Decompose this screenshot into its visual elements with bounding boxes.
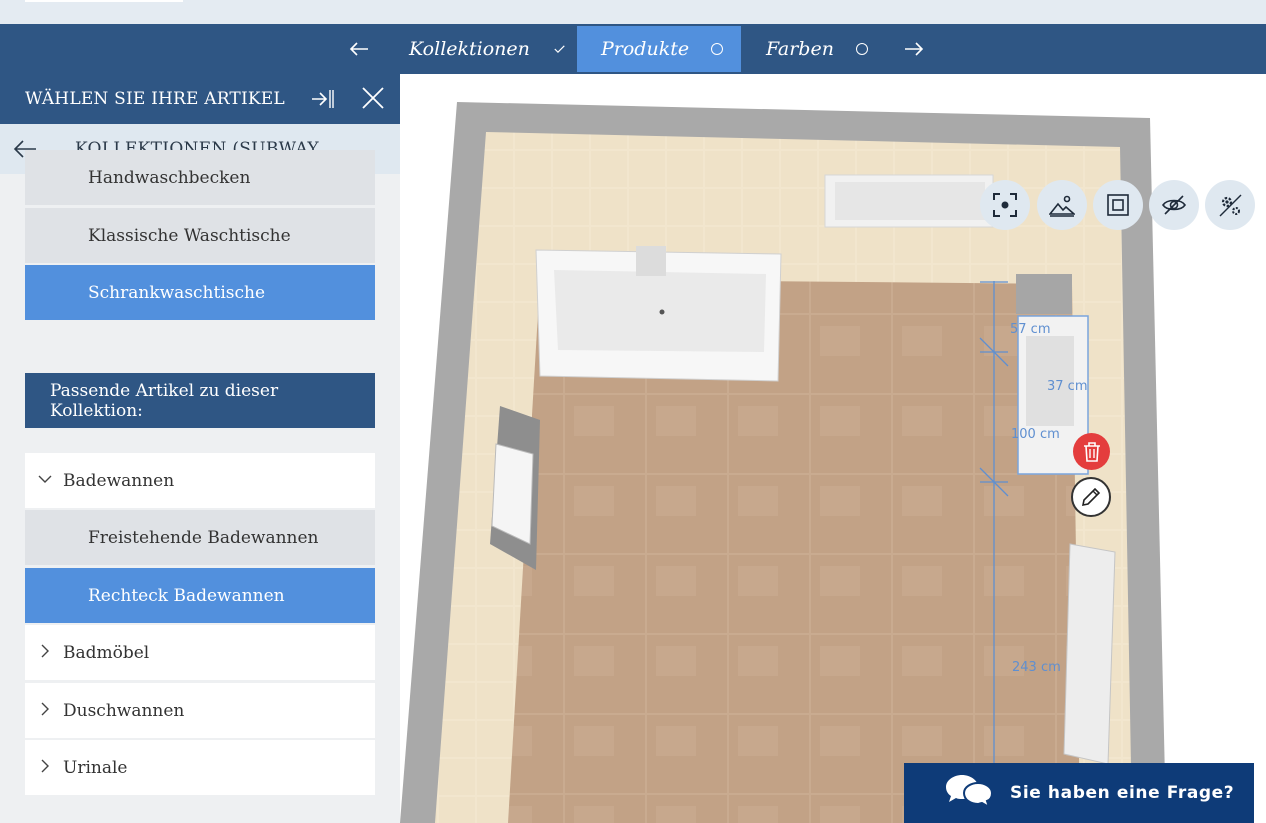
view-settings-button[interactable] xyxy=(1205,180,1255,230)
hide-objects-button[interactable] xyxy=(1149,180,1199,230)
room-viewer[interactable]: 57 cm 37 cm 100 cm 243 cm xyxy=(400,74,1266,823)
category-label: Badewannen xyxy=(63,470,175,491)
list-item-freistehende-badewannen[interactable]: Freistehende Badewannen xyxy=(25,510,375,565)
top-tab-remnant xyxy=(25,0,183,2)
category-urinale[interactable]: Urinale xyxy=(25,740,375,795)
rectangle-bathtub xyxy=(535,246,782,382)
category-label: Badmöbel xyxy=(63,642,150,663)
list-item-label: Rechteck Badewannen xyxy=(88,585,285,606)
delete-button[interactable] xyxy=(1073,433,1110,470)
list-item-schrankwaschtische[interactable]: Schrankwaschtische xyxy=(25,265,375,320)
wizard-step-farben[interactable]: Farben xyxy=(750,26,880,72)
hide-icon xyxy=(1162,195,1186,215)
wizard-step-kollektionen[interactable]: Kollektionen xyxy=(395,26,565,72)
wizard-next-button[interactable] xyxy=(897,26,931,72)
close-icon[interactable] xyxy=(360,85,386,111)
category-badewannen[interactable]: Badewannen xyxy=(25,453,375,508)
article-sidebar: WÄHLEN SIE IHRE ARTIKEL KOLLEKTIONEN (SU… xyxy=(0,74,400,823)
circle-icon xyxy=(711,43,724,55)
chevron-right-icon xyxy=(41,644,49,658)
sidebar-title: WÄHLEN SIE IHRE ARTIKEL xyxy=(25,89,285,109)
wizard-step-label: Kollektionen xyxy=(409,38,530,60)
top-strip xyxy=(0,0,1266,24)
arrow-right-icon xyxy=(905,42,924,56)
measurement-label: 100 cm xyxy=(1011,427,1060,442)
wizard-step-produkte[interactable]: Produkte xyxy=(577,26,741,72)
category-label: Duschwannen xyxy=(63,700,185,721)
wizard-prev-button[interactable] xyxy=(342,26,376,72)
list-item-klassische-waschtische[interactable]: Klassische Waschtische xyxy=(25,208,375,263)
chevron-down-icon xyxy=(38,475,52,483)
chevron-right-icon xyxy=(41,702,49,716)
chat-bubbles-icon xyxy=(946,775,994,810)
floorplan-view-button[interactable] xyxy=(1093,180,1143,230)
circle-icon xyxy=(855,43,868,55)
sidebar-header: WÄHLEN SIE IHRE ARTIKEL xyxy=(0,74,400,124)
section-title: Passende Artikel zu dieser Kollektion: xyxy=(50,380,279,421)
collapse-panel-icon[interactable] xyxy=(310,86,336,112)
measurement-label: 57 cm xyxy=(1010,322,1051,337)
settings-icon xyxy=(1219,194,1242,217)
list-item-handwaschbecken[interactable]: Handwaschbecken xyxy=(25,150,375,205)
pencil-icon xyxy=(1081,487,1101,507)
check-icon xyxy=(554,45,565,54)
chat-button[interactable]: Sie haben eine Frage? xyxy=(904,763,1254,823)
focus-view-button[interactable] xyxy=(980,180,1030,230)
category-badmoebel[interactable]: Badmöbel xyxy=(25,625,375,680)
wall-bathtub xyxy=(824,174,994,228)
list-item-rechteck-badewannen[interactable]: Rechteck Badewannen xyxy=(25,568,375,623)
arrow-left-icon xyxy=(349,42,368,56)
category-label: Urinale xyxy=(63,757,128,778)
list-item-label: Klassische Waschtische xyxy=(88,225,291,246)
focus-icon xyxy=(993,193,1017,217)
chevron-right-icon xyxy=(41,759,49,773)
wizard-bar: Kollektionen Produkte Farben xyxy=(0,24,1266,74)
wizard-step-label: Produkte xyxy=(601,38,690,60)
list-item-label: Handwaschbecken xyxy=(88,167,251,188)
list-item-label: Schrankwaschtische xyxy=(88,282,266,303)
room-scene[interactable] xyxy=(400,74,1266,823)
list-item-label: Freistehende Badewannen xyxy=(88,527,319,548)
chat-label: Sie haben eine Frage? xyxy=(1010,783,1235,803)
right-wall-fixture xyxy=(1063,543,1116,765)
wizard-step-label: Farben xyxy=(766,38,834,60)
landscape-icon xyxy=(1049,195,1075,217)
category-duschwannen[interactable]: Duschwannen xyxy=(25,683,375,738)
trash-icon xyxy=(1083,441,1100,462)
measurement-label: 37 cm xyxy=(1047,379,1088,394)
landscape-view-button[interactable] xyxy=(1037,180,1087,230)
edit-button[interactable] xyxy=(1071,477,1111,517)
matching-articles-header: Passende Artikel zu dieser Kollektion: xyxy=(25,373,375,428)
measurement-label: 243 cm xyxy=(1012,660,1061,675)
floorplan-icon xyxy=(1107,194,1129,216)
